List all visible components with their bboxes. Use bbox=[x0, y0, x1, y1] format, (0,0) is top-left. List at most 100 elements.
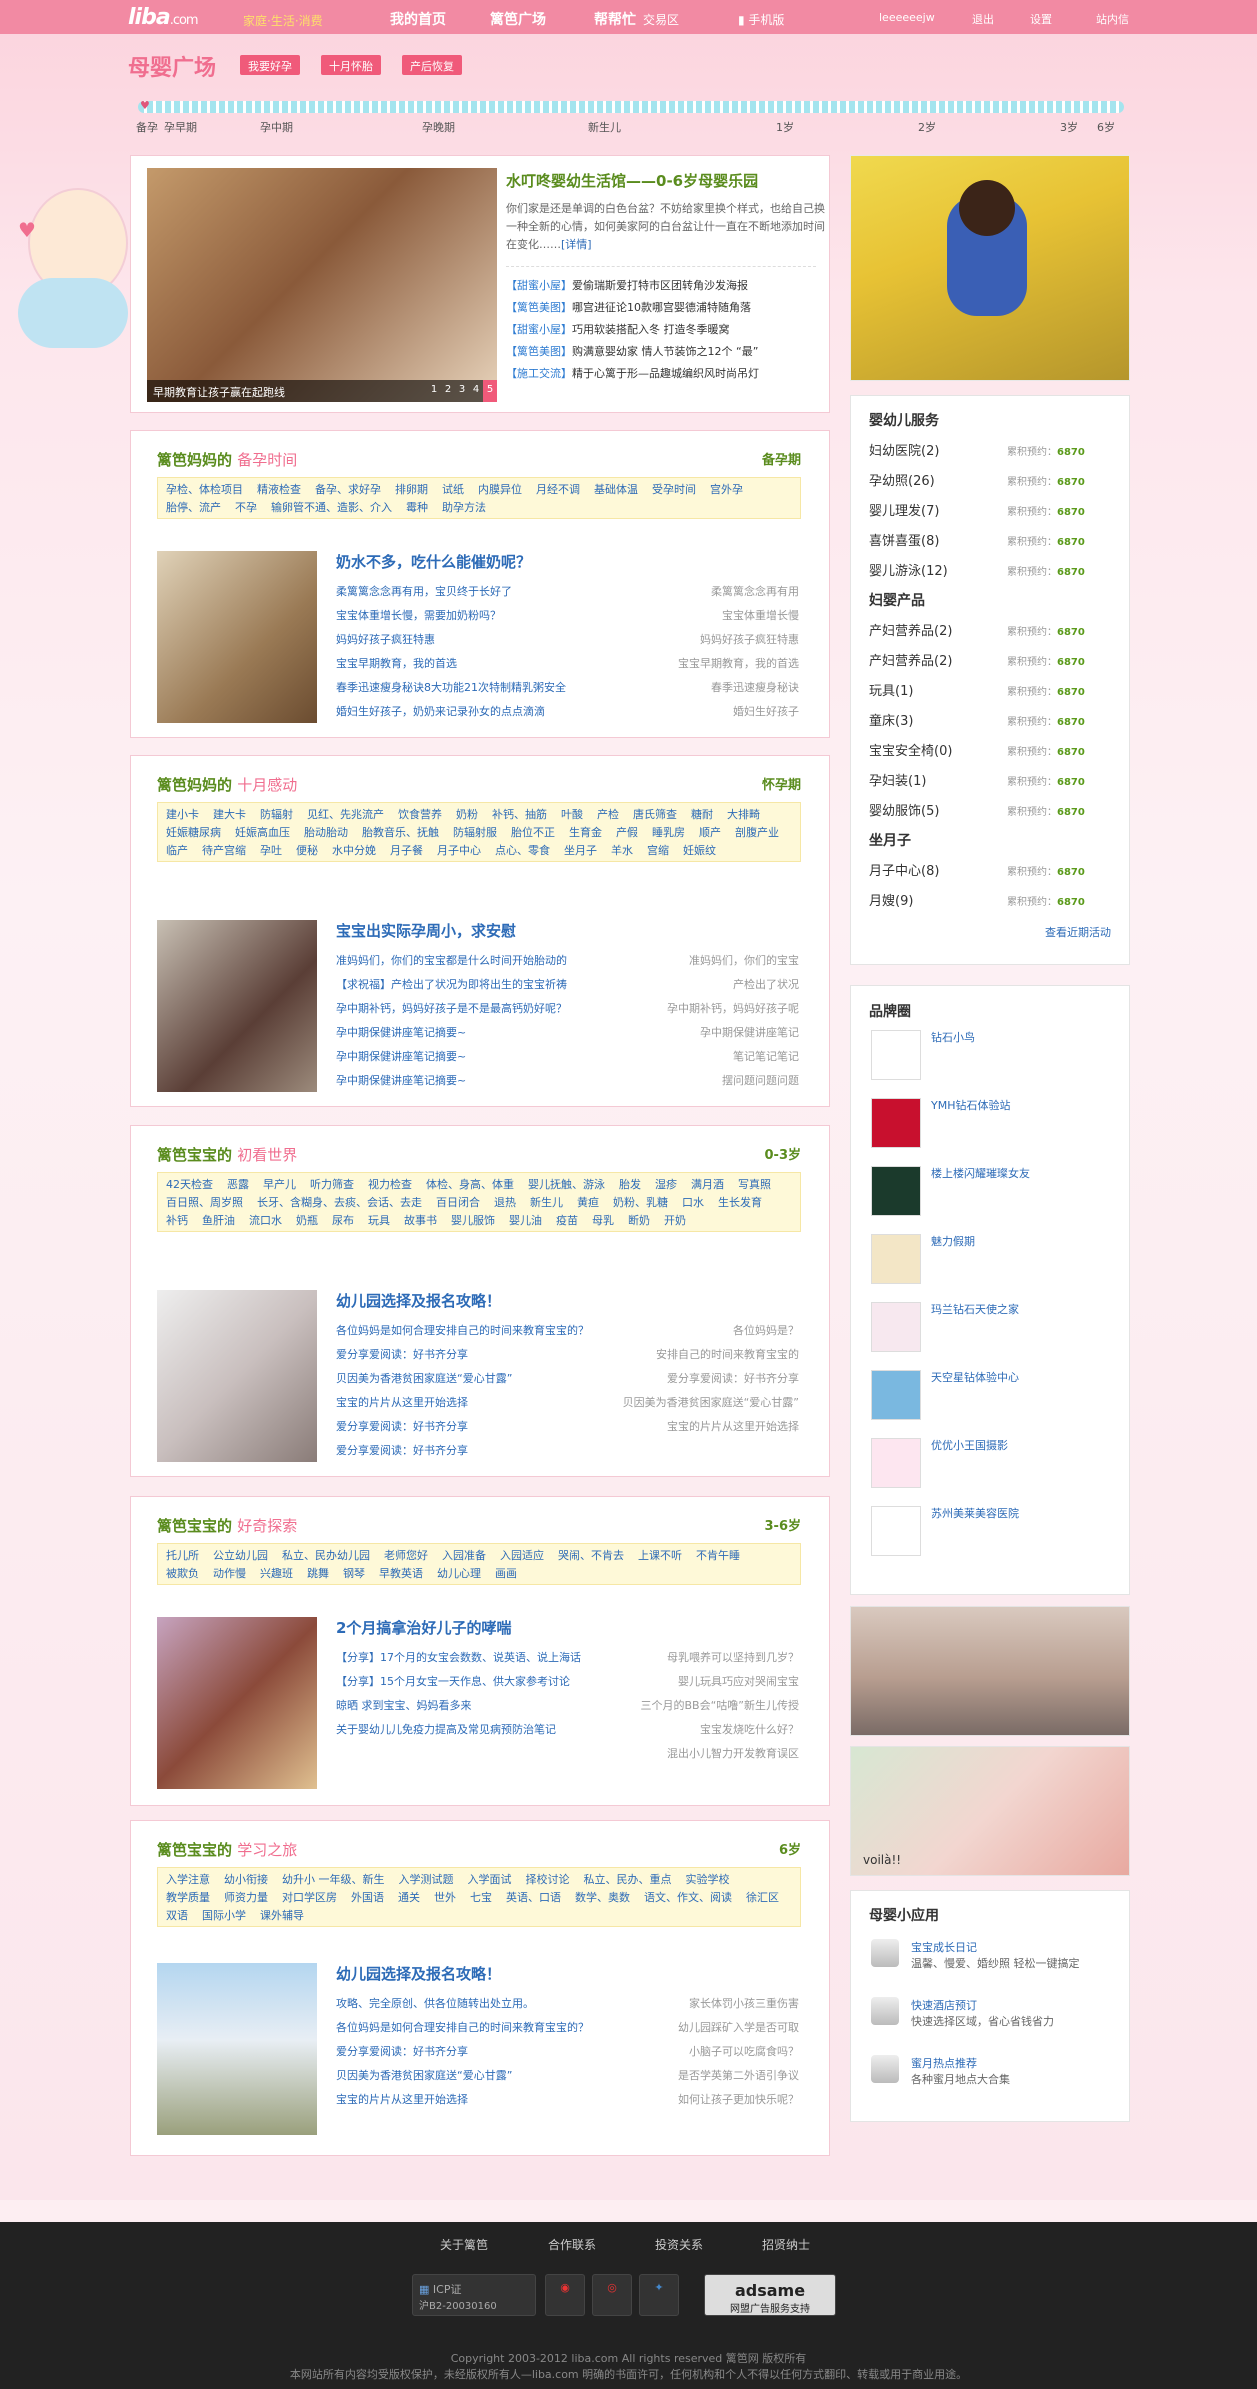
nav-plaza[interactable]: 篱笆广场 bbox=[490, 9, 546, 29]
tag-link[interactable]: 奶粉、乳糖 bbox=[613, 1194, 668, 1210]
section-image[interactable] bbox=[157, 920, 317, 1092]
brand-logo[interactable] bbox=[871, 1370, 921, 1420]
tag-link[interactable]: 便秘 bbox=[296, 842, 318, 858]
section-title[interactable]: 篱笆妈妈的 备孕时间 bbox=[157, 449, 297, 470]
app-name[interactable]: 快速酒店预订 bbox=[911, 1997, 977, 2013]
tag-link[interactable]: 兴趣班 bbox=[260, 1565, 293, 1581]
service-item[interactable]: 宝宝安全椅(0) bbox=[869, 740, 952, 759]
article-link-right[interactable]: 宝宝早期教育，我的首选 bbox=[678, 655, 799, 671]
service-item[interactable]: 玩具(1) bbox=[869, 680, 913, 699]
article-link-right[interactable]: 小脑子可以吃腐食吗？ bbox=[689, 2043, 799, 2059]
feature-title[interactable]: 水叮咚婴幼生活馆——0-6岁母婴乐园 bbox=[506, 170, 758, 191]
article-link-right[interactable]: 母乳喂养可以坚持到几岁？ bbox=[667, 1649, 799, 1665]
tag-link[interactable]: 视力检查 bbox=[368, 1176, 412, 1192]
article-link-right[interactable]: 妈妈好孩子疯狂特惠 bbox=[700, 631, 799, 647]
tag-link[interactable]: 入园适应 bbox=[500, 1547, 544, 1563]
hotel-icon[interactable] bbox=[871, 1997, 899, 2025]
section-title[interactable]: 篱笆宝宝的 学习之旅 bbox=[157, 1839, 297, 1860]
article-link[interactable]: 【求祝福】产检出了状况为即将出生的宝宝祈祷 bbox=[336, 976, 567, 992]
tag-link[interactable]: 择校讨论 bbox=[526, 1871, 570, 1887]
tag-link[interactable]: 湿疹 bbox=[655, 1176, 677, 1192]
article-link-right[interactable]: 爱分享爱阅读：好书齐分享 bbox=[667, 1370, 799, 1386]
tag-link[interactable]: 教学质量 bbox=[166, 1889, 210, 1905]
footer-link[interactable]: 合作联系 bbox=[548, 2236, 596, 2253]
messages-link[interactable]: 站内信 bbox=[1096, 11, 1129, 27]
timeline-label[interactable]: 新生儿 bbox=[588, 119, 621, 135]
article-link-right[interactable]: 安排自己的时间来教育宝宝的 bbox=[656, 1346, 799, 1362]
tag-link[interactable]: 月经不调 bbox=[536, 481, 580, 497]
tag-link[interactable]: 徐汇区 bbox=[746, 1889, 779, 1905]
details-link[interactable]: [详情] bbox=[561, 238, 592, 251]
tag-link[interactable]: 生育金 bbox=[569, 824, 602, 840]
calendar-icon[interactable] bbox=[871, 1939, 899, 1967]
sidebar-photo-flowers[interactable]: voilà!! bbox=[850, 1746, 1130, 1876]
tag-link[interactable]: 饮食营养 bbox=[398, 806, 442, 822]
logout-link[interactable]: 退出 bbox=[972, 11, 994, 27]
btn-pregnancy[interactable]: 十月怀胎 bbox=[321, 55, 381, 75]
section-headline[interactable]: 奶水不多，吃什么能催奶呢？ bbox=[336, 551, 531, 572]
tag-link[interactable]: 上课不听 bbox=[638, 1547, 682, 1563]
article-link-right[interactable]: 春季迅速瘦身秘诀 bbox=[711, 679, 799, 695]
tag-link[interactable]: 宫外孕 bbox=[710, 481, 743, 497]
service-item[interactable]: 产妇营养品(2) bbox=[869, 650, 952, 669]
brand-logo[interactable] bbox=[871, 1234, 921, 1284]
tag-link[interactable]: 外国语 bbox=[351, 1889, 384, 1905]
tag-link[interactable]: 产检 bbox=[597, 806, 619, 822]
btn-pregnancy-prep[interactable]: 我要好孕 bbox=[240, 55, 300, 75]
tag-link[interactable]: 不孕 bbox=[235, 499, 257, 515]
liba-logo[interactable]: liba.com bbox=[128, 5, 199, 30]
tag-link[interactable]: 课外辅导 bbox=[260, 1907, 304, 1923]
tag-link[interactable]: 婴儿服饰 bbox=[451, 1212, 495, 1228]
article-link[interactable]: 宝宝的片片从这里开始选择 bbox=[336, 2091, 468, 2107]
tag-link[interactable]: 胎教音乐、抚触 bbox=[362, 824, 439, 840]
article-link[interactable]: 宝宝的片片从这里开始选择 bbox=[336, 1394, 468, 1410]
service-item[interactable]: 月嫂(9) bbox=[869, 890, 913, 909]
footer-link[interactable]: 招贤纳士 bbox=[762, 2236, 810, 2253]
feature-item[interactable]: 【篱笆美图】哪宫进征论10款哪宫婴德浦特随角落 bbox=[506, 299, 751, 315]
article-link[interactable]: 妈妈好孩子疯狂特惠 bbox=[336, 631, 435, 647]
article-link[interactable]: 攻略、完全原创、供各位随转出处立用。 bbox=[336, 1995, 534, 2011]
tag-link[interactable]: 顺产 bbox=[699, 824, 721, 840]
view-events-link[interactable]: 查看近期活动 bbox=[1045, 924, 1111, 940]
tag-link[interactable]: 生长发育 bbox=[718, 1194, 762, 1210]
article-link-right[interactable]: 婴儿玩具巧应对哭闹宝宝 bbox=[678, 1673, 799, 1689]
tag-link[interactable]: 国际小学 bbox=[202, 1907, 246, 1923]
tag-link[interactable]: 建小卡 bbox=[166, 806, 199, 822]
tag-link[interactable]: 羊水 bbox=[611, 842, 633, 858]
tag-link[interactable]: 幼儿心理 bbox=[437, 1565, 481, 1581]
timeline-label[interactable]: 3岁 bbox=[1060, 119, 1078, 135]
article-link-right[interactable]: 柔篱篱念念再有用 bbox=[711, 583, 799, 599]
tag-link[interactable]: 妊娠纹 bbox=[683, 842, 716, 858]
article-link[interactable]: 爱分享爱阅读：好书齐分享 bbox=[336, 2043, 468, 2059]
police-badge-icon[interactable]: ◉ bbox=[545, 2274, 585, 2316]
tag-link[interactable]: 月子中心 bbox=[437, 842, 481, 858]
section-image[interactable] bbox=[157, 1963, 317, 2135]
tag-link[interactable]: 老师您好 bbox=[384, 1547, 428, 1563]
slide-page[interactable]: 4 bbox=[469, 380, 483, 402]
tag-link[interactable]: 数学、奥数 bbox=[575, 1889, 630, 1905]
tag-link[interactable]: 待产宫缩 bbox=[202, 842, 246, 858]
article-link[interactable]: 春季迅速瘦身秘诀8大功能21次特制精乳粥安全 bbox=[336, 679, 566, 695]
tag-link[interactable]: 母乳 bbox=[592, 1212, 614, 1228]
tag-link[interactable]: 口水 bbox=[682, 1194, 704, 1210]
tag-link[interactable]: 水中分娩 bbox=[332, 842, 376, 858]
service-item[interactable]: 妇幼医院(2) bbox=[869, 440, 939, 459]
article-link[interactable]: 孕中期保健讲座笔记摘要~ bbox=[336, 1024, 466, 1040]
tag-link[interactable]: 宫缩 bbox=[647, 842, 669, 858]
section-headline[interactable]: 幼儿园选择及报名攻略！ bbox=[336, 1290, 501, 1311]
tag-link[interactable]: 新生儿 bbox=[530, 1194, 563, 1210]
tag-link[interactable]: 被欺负 bbox=[166, 1565, 199, 1581]
service-item[interactable]: 喜饼喜蛋(8) bbox=[869, 530, 939, 549]
section-headline[interactable]: 2个月搞拿治好儿子的哮喘 bbox=[336, 1617, 511, 1638]
tag-link[interactable]: 早教英语 bbox=[379, 1565, 423, 1581]
tag-link[interactable]: 排卵期 bbox=[395, 481, 428, 497]
tag-link[interactable]: 英语、口语 bbox=[506, 1889, 561, 1905]
tag-link[interactable]: 托儿所 bbox=[166, 1547, 199, 1563]
brand-link[interactable]: YMH钻石体验站 bbox=[931, 1098, 1031, 1113]
brand-logo[interactable] bbox=[871, 1506, 921, 1556]
service-item[interactable]: 婴幼服饰(5) bbox=[869, 800, 939, 819]
tag-link[interactable]: 叶酸 bbox=[561, 806, 583, 822]
tag-link[interactable]: 早产儿 bbox=[263, 1176, 296, 1192]
tag-link[interactable]: 入学测试题 bbox=[399, 1871, 454, 1887]
tag-link[interactable]: 剖腹产业 bbox=[735, 824, 779, 840]
